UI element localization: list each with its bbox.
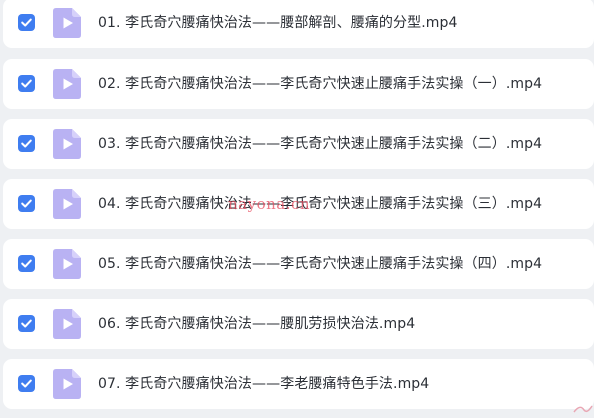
file-row[interactable]: 07. 李氏奇穴腰痛快治法——李老腰痛特色手法.mp4: [3, 359, 594, 409]
file-name[interactable]: 02. 李氏奇穴腰痛快治法——李氏奇穴快速止腰痛手法实操（一）.mp4: [98, 59, 542, 109]
checkbox-checked-icon[interactable]: [18, 75, 35, 92]
file-name[interactable]: 04. 李氏奇穴腰痛快治法——李氏奇穴快速止腰痛手法实操（三）.mp4: [98, 179, 542, 229]
file-row[interactable]: 05. 李氏奇穴腰痛快治法——李氏奇穴快速止腰痛手法实操（四）.mp4: [3, 239, 594, 289]
video-file-icon: [53, 309, 81, 339]
file-row[interactable]: 01. 李氏奇穴腰痛快治法——腰部解剖、腰痛的分型.mp4: [3, 0, 594, 48]
file-name[interactable]: 06. 李氏奇穴腰痛快治法——腰肌劳损快治法.mp4: [98, 299, 415, 349]
checkbox-checked-icon[interactable]: [18, 195, 35, 212]
video-file-icon: [53, 69, 81, 99]
video-file-icon: [53, 189, 81, 219]
file-row[interactable]: 06. 李氏奇穴腰痛快治法——腰肌劳损快治法.mp4: [3, 299, 594, 349]
file-name[interactable]: 07. 李氏奇穴腰痛快治法——李老腰痛特色手法.mp4: [98, 359, 429, 409]
file-name[interactable]: 01. 李氏奇穴腰痛快治法——腰部解剖、腰痛的分型.mp4: [98, 0, 458, 48]
corner-decoration: [572, 399, 594, 413]
video-file-icon: [53, 249, 81, 279]
file-row[interactable]: 03. 李氏奇穴腰痛快治法——李氏奇穴快速止腰痛手法实操（二）.mp4: [3, 119, 594, 169]
checkbox-checked-icon[interactable]: [18, 375, 35, 392]
file-row[interactable]: 04. 李氏奇穴腰痛快治法——李氏奇穴快速止腰痛手法实操（三）.mp4: [3, 179, 594, 229]
video-file-icon: [53, 129, 81, 159]
file-list: 01. 李氏奇穴腰痛快治法——腰部解剖、腰痛的分型.mp4 02. 李氏奇穴腰痛…: [0, 0, 594, 411]
file-row[interactable]: 02. 李氏奇穴腰痛快治法——李氏奇穴快速止腰痛手法实操（一）.mp4: [3, 59, 594, 109]
checkbox-checked-icon[interactable]: [18, 14, 35, 31]
file-name[interactable]: 05. 李氏奇穴腰痛快治法——李氏奇穴快速止腰痛手法实操（四）.mp4: [98, 239, 542, 289]
checkbox-checked-icon[interactable]: [18, 255, 35, 272]
file-name[interactable]: 03. 李氏奇穴腰痛快治法——李氏奇穴快速止腰痛手法实操（二）.mp4: [98, 119, 542, 169]
checkbox-checked-icon[interactable]: [18, 315, 35, 332]
video-file-icon: [53, 8, 81, 38]
video-file-icon: [53, 369, 81, 399]
checkbox-checked-icon[interactable]: [18, 135, 35, 152]
